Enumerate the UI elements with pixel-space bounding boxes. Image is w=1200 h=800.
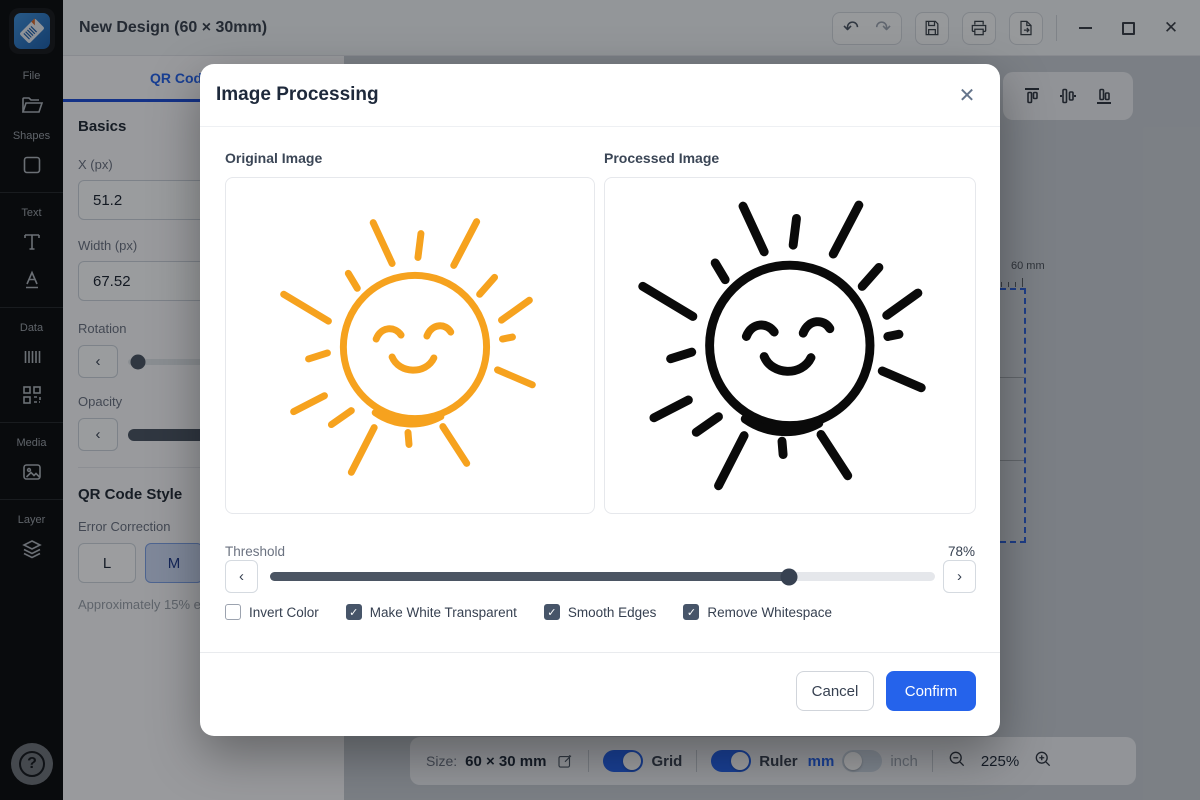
threshold-decrease-button[interactable]: ‹ xyxy=(225,560,258,593)
processing-checkbox[interactable]: ✓ xyxy=(346,604,362,620)
cancel-button[interactable]: Cancel xyxy=(796,671,874,711)
processing-checkbox[interactable]: ✓ xyxy=(683,604,699,620)
dialog-close-button[interactable]: ✕ xyxy=(952,80,982,110)
original-image-preview xyxy=(225,177,595,514)
checkbox-label: Smooth Edges xyxy=(568,605,657,620)
threshold-slider[interactable] xyxy=(270,572,935,581)
confirm-button[interactable]: Confirm xyxy=(886,671,976,711)
processing-checkbox[interactable]: ✓ xyxy=(225,604,241,620)
dialog-footer-divider xyxy=(200,652,1000,653)
threshold-value: 78% xyxy=(948,544,975,559)
dialog-header-divider xyxy=(200,126,1000,127)
processed-sun-image xyxy=(605,177,975,514)
threshold-fill xyxy=(270,572,789,581)
dialog-title: Image Processing xyxy=(216,84,379,106)
processing-checkbox[interactable]: ✓ xyxy=(544,604,560,620)
app-window: File Shapes Text Data xyxy=(0,0,1200,800)
smooth-edges-option[interactable]: ✓ Smooth Edges xyxy=(544,604,657,620)
processing-options: ✓ Invert Color ✓ Make White Transparent … xyxy=(225,604,832,620)
checkbox-label: Remove Whitespace xyxy=(707,605,832,620)
remove-whitespace-option[interactable]: ✓ Remove Whitespace xyxy=(683,604,832,620)
processed-image-preview xyxy=(604,177,976,514)
threshold-increase-button[interactable]: › xyxy=(943,560,976,593)
threshold-label: Threshold xyxy=(225,544,285,559)
make-white-transparent-option[interactable]: ✓ Make White Transparent xyxy=(346,604,517,620)
checkbox-label: Invert Color xyxy=(249,605,319,620)
checkbox-label: Make White Transparent xyxy=(370,605,517,620)
processed-image-label: Processed Image xyxy=(604,150,719,166)
invert-color-option[interactable]: ✓ Invert Color xyxy=(225,604,319,620)
original-sun-image xyxy=(226,177,594,514)
original-image-label: Original Image xyxy=(225,150,322,166)
image-processing-dialog: Image Processing ✕ Original Image Proces… xyxy=(200,64,1000,736)
threshold-thumb[interactable] xyxy=(780,568,797,585)
